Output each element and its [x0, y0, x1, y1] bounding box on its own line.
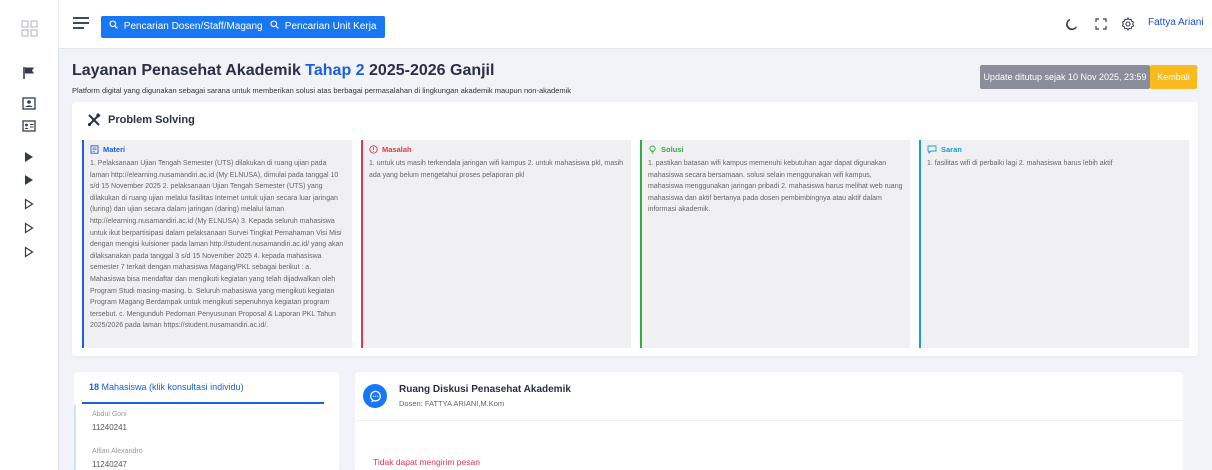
- student-name: Alfian Alexandro: [92, 448, 143, 455]
- fullscreen-icon[interactable]: [1094, 17, 1108, 31]
- search-dosen-button[interactable]: Pencarian Dosen/Staff/Magang: [101, 16, 271, 38]
- title-prefix: Layanan Penasehat Akademik: [72, 62, 301, 79]
- student-nim: 11240247: [92, 460, 127, 469]
- address-card-icon[interactable]: [20, 118, 38, 134]
- problem-solving-title-text: Problem Solving: [108, 114, 195, 126]
- materi-body: 1. Pelaksanaan Ujian Tengah Semester (UT…: [90, 160, 344, 330]
- search-unit-button[interactable]: Pencarian Unit Kerja: [262, 16, 385, 38]
- masalah-heading-text: Masalah: [382, 145, 412, 154]
- problem-solving-card: Problem Solving Materi 1. Pelaksanaan Uj…: [72, 102, 1198, 356]
- student-list-label: Mahasiswa (klik konsultasi individu): [101, 382, 244, 392]
- saran-column: Saran 1. fasilitas wifi di perbaiki lagi…: [919, 140, 1189, 348]
- back-button[interactable]: Kembali: [1150, 65, 1197, 89]
- search-unit-label: Pencarian Unit Kerja: [284, 21, 377, 32]
- title-suffix: 2025-2026 Ganjil: [369, 62, 495, 79]
- user-name-link[interactable]: Fattya Ariani: [1148, 17, 1204, 28]
- materi-column: Materi 1. Pelaksanaan Ujian Tengah Semes…: [82, 140, 352, 348]
- masalah-heading: Masalah: [369, 145, 625, 154]
- list-item[interactable]: Alfian Alexandro 11240247: [92, 448, 143, 469]
- search-icon: [109, 20, 121, 32]
- divider: [355, 420, 1183, 421]
- send-error-message: Tidak dapat mengirim pesan: [373, 457, 480, 467]
- student-list[interactable]: Abdul Goni 11240241 Alfian Alexandro 112…: [74, 405, 339, 470]
- warning-circle-icon: [369, 145, 378, 154]
- page-subtitle: Platform digital yang digunakan sebagai …: [72, 86, 572, 95]
- play-filled-icon[interactable]: [20, 149, 38, 165]
- student-name: Abdul Goni: [92, 411, 127, 418]
- title-stage: Tahap 2: [305, 62, 365, 79]
- search-icon: [270, 20, 282, 32]
- student-count: 18: [89, 382, 100, 392]
- student-list-card: 18 Mahasiswa (klik konsultasi individu) …: [74, 372, 339, 470]
- solusi-heading-text: Solusi: [661, 145, 684, 154]
- play-outline-icon[interactable]: [20, 244, 38, 260]
- solusi-column: Solusi 1. pastikan batasan wifi kampus m…: [640, 140, 910, 348]
- saran-heading-text: Saran: [941, 145, 962, 154]
- chat-title: Ruang Diskusi Penasehat Akademik: [399, 384, 571, 395]
- discussion-room-card: Ruang Diskusi Penasehat Akademik Dosen: …: [355, 372, 1183, 470]
- menu-toggle-icon[interactable]: [72, 15, 90, 31]
- materi-heading-text: Materi: [103, 145, 126, 154]
- saran-body: 1. fasilitas wifi di perbaiki lagi 2. ma…: [927, 160, 1113, 167]
- play-outline-icon[interactable]: [20, 196, 38, 212]
- lightbulb-icon: [649, 145, 656, 154]
- app-logo-icon[interactable]: [21, 20, 38, 37]
- chat-avatar: [363, 384, 387, 408]
- saran-heading: Saran: [927, 145, 1183, 154]
- chat-bubble-icon: [927, 145, 937, 154]
- list-item[interactable]: Abdul Goni 11240241: [92, 411, 127, 432]
- settings-gear-icon[interactable]: [1121, 17, 1135, 31]
- play-outline-icon[interactable]: [20, 220, 38, 236]
- chat-icon: [369, 390, 381, 402]
- play-filled-icon[interactable]: [20, 172, 38, 188]
- problem-solving-title: Problem Solving: [87, 113, 195, 127]
- masalah-column: Masalah 1. untuk uts masih terkendala ja…: [361, 140, 631, 348]
- id-card-icon[interactable]: [20, 95, 38, 111]
- topbar: Pencarian Dosen/Staff/Magang Pencarian U…: [59, 0, 1212, 49]
- chat-dosen: Dosen: FATTYA ARIANI,M.Kom: [399, 399, 505, 408]
- student-nim: 11240241: [92, 423, 127, 432]
- tools-icon: [87, 113, 101, 127]
- sidebar: [0, 0, 59, 470]
- document-icon: [90, 145, 99, 154]
- materi-heading: Materi: [90, 145, 346, 154]
- dark-mode-moon-icon[interactable]: [1065, 17, 1079, 31]
- search-dosen-label: Pencarian Dosen/Staff/Magang: [123, 21, 263, 32]
- solusi-body: 1. pastikan batasan wifi kampus memenuhi…: [648, 160, 903, 214]
- page-header: Layanan Penasehat Akademik Tahap 2 2025-…: [72, 62, 571, 95]
- page-title: Layanan Penasehat Akademik Tahap 2 2025-…: [72, 62, 571, 80]
- student-list-tab[interactable]: 18 Mahasiswa (klik konsultasi individu): [82, 382, 324, 404]
- flag-icon[interactable]: [20, 65, 38, 81]
- solusi-heading: Solusi: [648, 145, 904, 154]
- masalah-body: 1. untuk uts masih terkendala jaringan w…: [369, 160, 624, 179]
- update-closed-button[interactable]: Update ditutup sejak 10 Nov 2025, 23:59: [980, 65, 1150, 89]
